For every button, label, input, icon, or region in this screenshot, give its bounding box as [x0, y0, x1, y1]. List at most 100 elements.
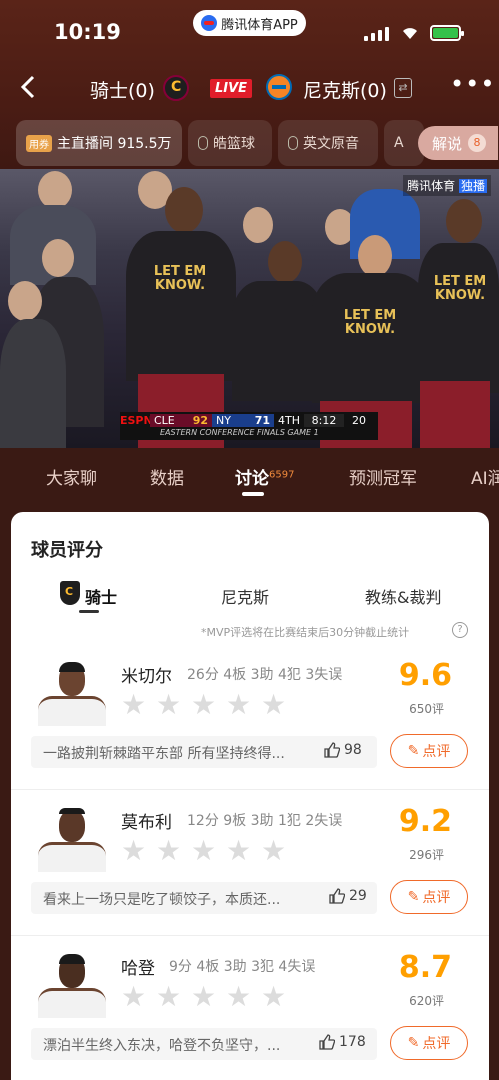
- thumbs-up-icon: [324, 742, 340, 758]
- tencent-sports-logo-icon: [201, 15, 218, 31]
- jersey-slogan: LET EM KNOW.: [433, 274, 487, 303]
- broadcast-option[interactable]: 皓篮球: [188, 120, 272, 166]
- rate-label: 点评: [422, 890, 451, 906]
- rating-count: 296评: [409, 848, 444, 862]
- app-name: 腾讯体育APP: [221, 17, 298, 33]
- cavaliers-shield-icon: [60, 581, 80, 605]
- network-logo: ESPN: [120, 413, 153, 427]
- subtab-coaches-refs[interactable]: 教练&裁判: [365, 584, 441, 608]
- tab-discussion-label: 讨论: [235, 469, 269, 489]
- tab-chat[interactable]: 大家聊: [46, 464, 97, 489]
- player-row[interactable]: 哈登 9分 4板 3助 3犯 4失误 ★ ★ ★ ★ ★ 8.7 620评 漂泊半生终入…: [11, 944, 489, 1080]
- tab-active-indicator: [242, 492, 264, 496]
- more-button[interactable]: •••: [450, 70, 495, 98]
- broadcast-option-label: A: [394, 135, 404, 151]
- shot-clock: 20: [352, 413, 366, 427]
- player-figure: [232, 281, 324, 401]
- broadcast-main-label: 主直播间 915.5万: [57, 136, 172, 152]
- tab-stats[interactable]: 数据: [150, 464, 184, 489]
- like-button[interactable]: 98: [324, 742, 362, 758]
- star-icon[interactable]: ★: [191, 837, 217, 865]
- signal-icon: [364, 27, 389, 41]
- rating-stars[interactable]: ★ ★ ★ ★ ★: [121, 691, 287, 719]
- player-stats: 9分 4板 3助 3犯 4失误: [169, 959, 316, 975]
- player-figure: [165, 187, 203, 233]
- rating-stars[interactable]: ★ ★ ★ ★ ★: [121, 837, 287, 865]
- player-figure: [126, 231, 236, 381]
- player-score: 9.6: [398, 658, 452, 693]
- tab-discussion[interactable]: 讨论6597: [235, 464, 294, 489]
- player-row[interactable]: 米切尔 26分 4板 3助 4犯 3失误 ★ ★ ★ ★ ★ 9.6 650评 一路披荆…: [11, 652, 489, 797]
- star-icon[interactable]: ★: [121, 691, 147, 719]
- jersey-slogan: LET EM KNOW.: [343, 308, 397, 337]
- player-stats: 12分 9板 3助 1犯 2失误: [187, 813, 343, 829]
- comment-text: 看来上一场只是吃了顿饺子，本质还...: [43, 892, 281, 908]
- video-watermark: 腾讯体育 独播: [403, 175, 491, 196]
- top-comment[interactable]: 看来上一场只是吃了顿饺子，本质还...: [31, 882, 377, 914]
- commentary-button[interactable]: 解说 8: [418, 126, 498, 160]
- like-button[interactable]: 29: [329, 888, 367, 904]
- exclusive-badge: 独播: [458, 179, 487, 193]
- avatar: [32, 952, 108, 1018]
- game-clock: 8:12: [304, 413, 344, 427]
- tab-predict[interactable]: 预测冠军: [349, 464, 417, 489]
- knicks-logo-icon: [266, 74, 292, 100]
- video-player[interactable]: LET EM KNOW. LET EM KNOW. LET EM KNOW. 腾…: [0, 169, 499, 448]
- rate-button[interactable]: ✎ 点评: [390, 880, 468, 914]
- star-icon[interactable]: ★: [191, 691, 217, 719]
- app-source-pill[interactable]: 腾讯体育APP: [193, 10, 306, 36]
- switch-icon[interactable]: ⇄: [394, 78, 412, 98]
- rate-button[interactable]: ✎ 点评: [390, 1026, 468, 1060]
- home-team-label[interactable]: 骑士(0): [90, 76, 155, 103]
- star-icon[interactable]: ★: [261, 837, 287, 865]
- home-abbr: CLE: [154, 413, 175, 427]
- rate-label: 点评: [422, 744, 451, 760]
- divider: [11, 789, 489, 790]
- rate-button[interactable]: ✎ 点评: [390, 734, 468, 768]
- chevron-left-icon: [20, 75, 35, 99]
- player-rating-card: 球员评分 骑士 尼克斯 教练&裁判 *MVP评选将在比赛结束后30分钟截止统计 …: [11, 512, 489, 1080]
- game-header: 骑士(0) LIVE 尼克斯(0) ⇄ •••: [0, 62, 499, 117]
- subtab-cavaliers[interactable]: 骑士: [85, 584, 117, 608]
- star-icon[interactable]: ★: [226, 983, 252, 1011]
- player-score: 8.7: [398, 950, 452, 985]
- star-icon[interactable]: ★: [156, 691, 182, 719]
- crowd-figure: [0, 319, 66, 448]
- like-count: 178: [339, 1034, 366, 1050]
- star-icon[interactable]: ★: [261, 691, 287, 719]
- help-icon[interactable]: ?: [452, 622, 468, 638]
- player-figure: [446, 199, 482, 243]
- star-icon[interactable]: ★: [191, 983, 217, 1011]
- star-icon[interactable]: ★: [121, 837, 147, 865]
- star-icon[interactable]: ★: [226, 691, 252, 719]
- star-icon[interactable]: ★: [121, 983, 147, 1011]
- pencil-icon: ✎: [407, 743, 420, 759]
- like-count: 29: [349, 888, 367, 904]
- broadcast-option-label: 皓篮球: [213, 136, 255, 152]
- coupon-tag: 用券: [26, 134, 52, 152]
- crowd-figure: [8, 281, 42, 321]
- player-row[interactable]: 莫布利 12分 9板 3助 1犯 2失误 ★ ★ ★ ★ ★ 9.2 296评 看来上一…: [11, 798, 489, 943]
- player-score: 9.2: [398, 804, 452, 839]
- rating-count: 650评: [409, 702, 444, 716]
- back-button[interactable]: [18, 74, 48, 104]
- away-team-label[interactable]: 尼克斯(0): [303, 76, 387, 103]
- tab-ai[interactable]: AI润: [471, 464, 499, 489]
- star-icon[interactable]: ★: [226, 837, 252, 865]
- star-icon[interactable]: ★: [261, 983, 287, 1011]
- broadcast-main[interactable]: 用券 主直播间 915.5万: [16, 120, 182, 166]
- quarter: 4TH: [278, 413, 300, 427]
- away-score: 71: [254, 413, 270, 427]
- player-name: 莫布利: [121, 813, 172, 833]
- like-button[interactable]: 178: [319, 1034, 366, 1050]
- subtab-knicks[interactable]: 尼克斯: [221, 584, 269, 608]
- jersey-slogan: LET EM KNOW.: [153, 264, 207, 293]
- microphone-icon: [288, 136, 298, 150]
- star-icon[interactable]: ★: [156, 983, 182, 1011]
- broadcast-option[interactable]: 英文原音: [278, 120, 378, 166]
- star-icon[interactable]: ★: [156, 837, 182, 865]
- tab-discussion-count: 6597: [269, 469, 295, 481]
- comment-text: 一路披荆斩棘踏平东部 所有坚持终得...: [43, 746, 285, 762]
- divider: [11, 935, 489, 936]
- rating-stars[interactable]: ★ ★ ★ ★ ★: [121, 983, 287, 1011]
